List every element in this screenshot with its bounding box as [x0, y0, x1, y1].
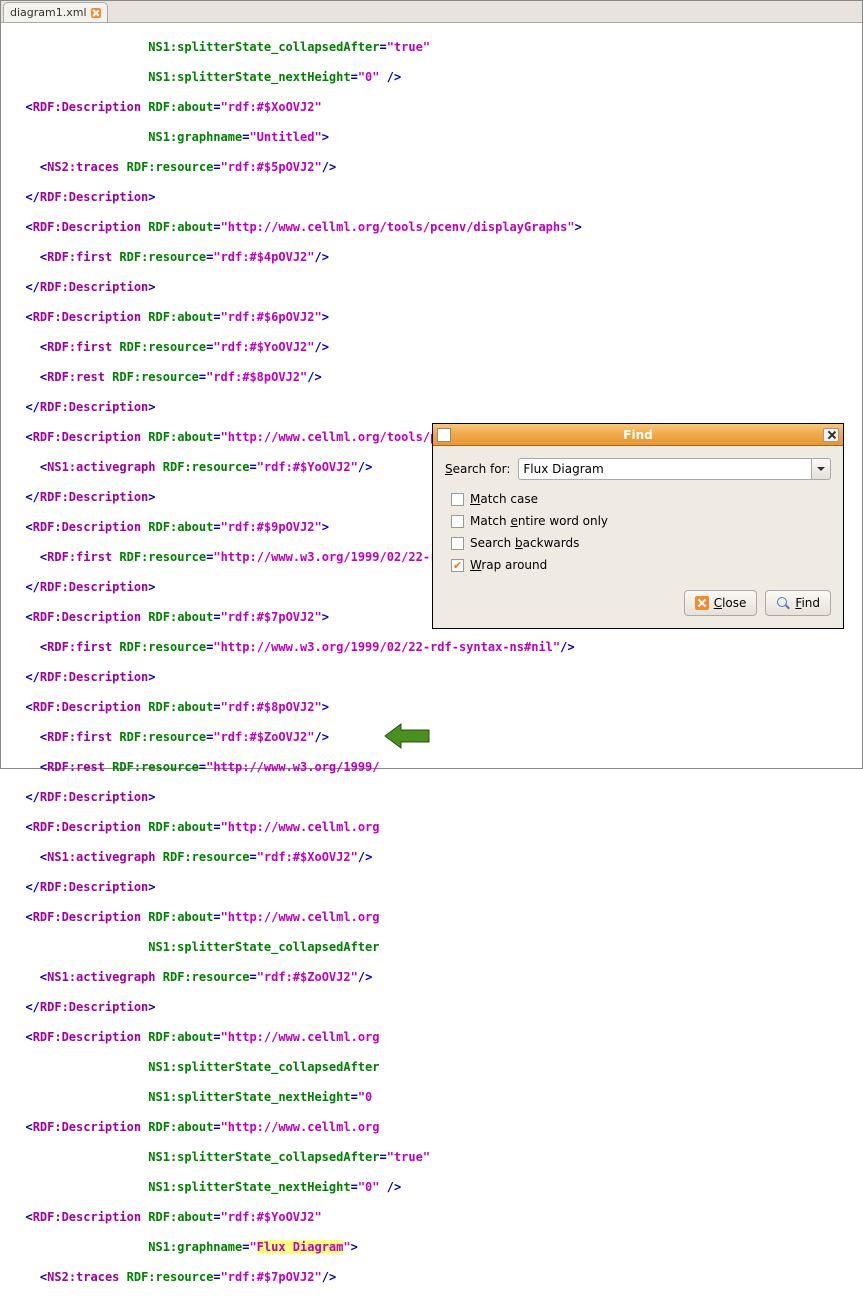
code-line: <RDF:first RDF:resource="rdf:#$ZoOVJ2"/>: [11, 730, 862, 745]
find-button[interactable]: Find: [765, 590, 831, 616]
search-history-dropdown[interactable]: [811, 458, 831, 480]
code-line: </RDF:Description>: [11, 400, 862, 415]
find-dialog: Find Search for: Match case Match entire…: [432, 423, 844, 629]
code-line: <RDF:rest RDF:resource="http://www.w3.or…: [11, 760, 862, 775]
find-titlebar[interactable]: Find: [433, 424, 843, 446]
search-icon: [776, 596, 790, 610]
code-line: NS1:splitterState_collapsedAfter: [11, 940, 862, 955]
code-line: <RDF:Description RDF:about="http://www.c…: [11, 1030, 862, 1045]
code-line: <RDF:Description RDF:about="http://www.c…: [11, 220, 862, 235]
search-backwards-checkbox[interactable]: [451, 537, 464, 550]
code-line: </RDF:Description>: [11, 1000, 862, 1015]
edit-icon: [437, 428, 451, 442]
search-for-label: Search for:: [445, 462, 510, 476]
match-case-checkbox[interactable]: [451, 493, 464, 506]
code-line: <RDF:Description RDF:about="http://www.c…: [11, 910, 862, 925]
code-line: <NS1:activegraph RDF:resource="rdf:#$ZoO…: [11, 970, 862, 985]
code-line: NS1:splitterState_collapsedAfter="true": [11, 40, 862, 55]
code-line: NS1:graphname="Untitled">: [11, 130, 862, 145]
close-icon: [695, 596, 709, 610]
code-line: NS1:graphname="Flux Diagram">: [11, 1240, 862, 1255]
search-backwards-label: Search backwards: [470, 536, 579, 550]
code-line: </RDF:Description>: [11, 790, 862, 805]
code-line: <RDF:Description RDF:about="rdf:#$8pOVJ2…: [11, 700, 862, 715]
code-line: </RDF:Description>: [11, 190, 862, 205]
match-word-checkbox[interactable]: [451, 515, 464, 528]
tab-diagram1[interactable]: diagram1.xml: [3, 2, 108, 22]
tab-label: diagram1.xml: [10, 6, 87, 19]
code-line: <RDF:first RDF:resource="http://www.w3.o…: [11, 640, 862, 655]
code-line: NS1:splitterState_nextHeight="0: [11, 1090, 862, 1105]
code-line: <NS2:traces RDF:resource="rdf:#$7pOVJ2"/…: [11, 1270, 862, 1285]
code-line: <RDF:first RDF:resource="rdf:#$YoOVJ2"/>: [11, 340, 862, 355]
code-line: <RDF:Description RDF:about="http://www.c…: [11, 1120, 862, 1135]
code-line: <NS2:traces RDF:resource="rdf:#$5pOVJ2"/…: [11, 160, 862, 175]
wrap-around-checkbox[interactable]: [451, 559, 464, 572]
code-line: </RDF:Description>: [11, 880, 862, 895]
wrap-around-label: Wrap around: [470, 558, 547, 572]
code-editor[interactable]: NS1:splitterState_collapsedAfter="true" …: [1, 23, 862, 1300]
code-line: <RDF:Description RDF:about="http://www.c…: [11, 820, 862, 835]
code-line: NS1:splitterState_nextHeight="0" />: [11, 70, 862, 85]
search-match-highlight: Flux Diagram: [257, 1240, 344, 1254]
close-icon[interactable]: [823, 428, 839, 442]
arrow-icon: [381, 722, 431, 752]
code-line: NS1:splitterState_collapsedAfter: [11, 1060, 862, 1075]
code-line: <RDF:Description RDF:about="rdf:#$YoOVJ2…: [11, 1210, 862, 1225]
code-line: </RDF:Description>: [11, 280, 862, 295]
close-icon[interactable]: [91, 8, 101, 18]
code-line: <RDF:Description RDF:about="rdf:#$6pOVJ2…: [11, 310, 862, 325]
code-line: <NS1:activegraph RDF:resource="rdf:#$XoO…: [11, 850, 862, 865]
search-input[interactable]: [518, 458, 811, 480]
find-title: Find: [623, 428, 652, 442]
code-line: NS1:splitterState_nextHeight="0" />: [11, 1180, 862, 1195]
code-line: <RDF:rest RDF:resource="rdf:#$8pOVJ2"/>: [11, 370, 862, 385]
code-line: NS1:splitterState_collapsedAfter="true": [11, 1150, 862, 1165]
tab-bar: diagram1.xml: [1, 1, 862, 23]
close-button[interactable]: Close: [684, 590, 758, 616]
code-line: </RDF:Description>: [11, 670, 862, 685]
match-case-label: Match case: [470, 492, 538, 506]
code-line: <RDF:first RDF:resource="rdf:#$4pOVJ2"/>: [11, 250, 862, 265]
code-line: <RDF:Description RDF:about="rdf:#$XoOVJ2…: [11, 100, 862, 115]
match-word-label: Match entire word only: [470, 514, 608, 528]
